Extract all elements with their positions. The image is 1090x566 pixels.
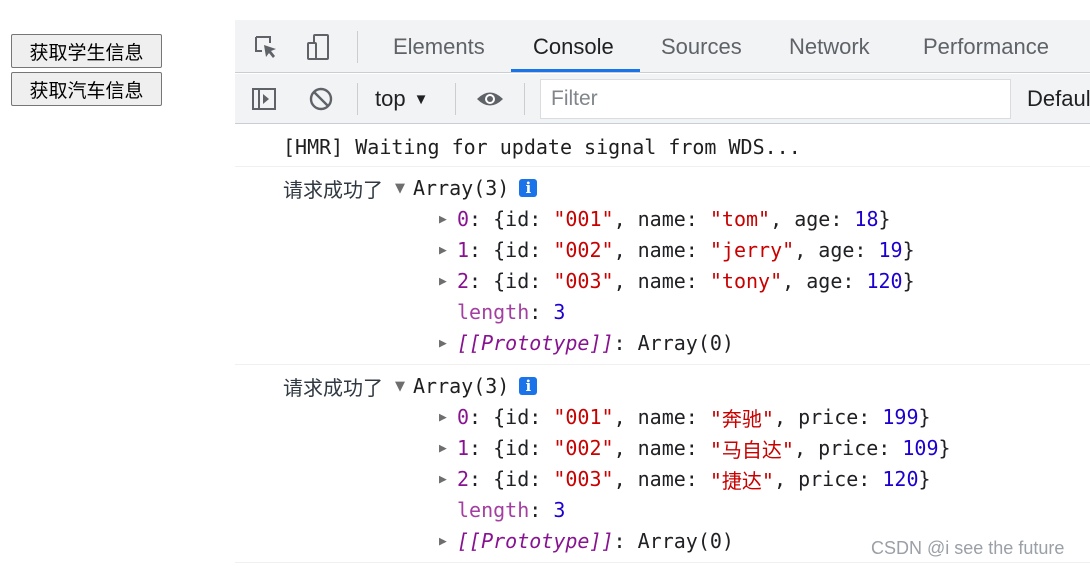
console-message: [HMR] Waiting for update signal from WDS… (235, 125, 1090, 167)
item-index: 0 (457, 207, 470, 231)
live-expression-eye-icon[interactable] (475, 84, 505, 114)
array-summary[interactable]: Array(3) (413, 374, 509, 398)
triangle-right-icon: ▶ (439, 211, 447, 227)
length-key: length (457, 300, 530, 324)
prototype-key: [[Prototype]] (457, 331, 614, 355)
array-prototype[interactable]: ▶ [[Prototype]]: Array(0) (439, 527, 734, 555)
item-value: 120 (882, 467, 919, 491)
triangle-down-icon[interactable]: ▼ (395, 379, 413, 394)
array-prototype[interactable]: ▶ [[Prototype]]: Array(0) (439, 329, 734, 357)
array-item[interactable]: ▶ 2: {id: "003", name: "tony", age: 120} (439, 267, 915, 295)
array-item[interactable]: ▶ 0: {id: "001", name: "tom", age: 18} (439, 205, 891, 233)
item-id: "001" (553, 207, 614, 231)
triangle-right-icon: ▶ (439, 471, 447, 487)
item-index: 0 (457, 405, 470, 429)
triangle-right-icon: ▶ (439, 273, 447, 289)
item-name: "马自达" (709, 437, 794, 462)
tab-sources[interactable]: Sources (661, 20, 742, 73)
item-id: "002" (553, 238, 614, 262)
prototype-key: [[Prototype]] (457, 529, 614, 553)
array-summary[interactable]: Array(3) (413, 176, 509, 200)
item-value: 19 (878, 238, 903, 262)
triangle-right-icon: ▶ (439, 440, 447, 456)
triangle-right-icon: ▶ (439, 533, 447, 549)
item-field-key: price (798, 467, 859, 491)
console-message: 请求成功了 ▼ Array(3) i ▶ 0: {id: "001", name:… (235, 167, 1090, 365)
info-icon[interactable]: i (519, 377, 538, 395)
triangle-right-icon: ▶ (439, 409, 447, 425)
toolbar-divider (357, 83, 358, 115)
filter-input[interactable] (540, 79, 1011, 119)
devtools-tabbar: Elements Console Sources Network Perform… (235, 20, 1090, 73)
item-name: "tom" (709, 207, 771, 231)
watermark-text: CSDN @i see the future (871, 538, 1065, 558)
log-label: 请求成功了 (283, 177, 383, 202)
inspect-element-icon[interactable] (251, 32, 281, 62)
context-label: top (375, 86, 406, 111)
length-value: 3 (553, 300, 566, 324)
log-levels-dropdown[interactable]: Default levels (1027, 84, 1090, 114)
array-length: length: 3 (457, 300, 566, 324)
tab-console[interactable]: Console (533, 20, 614, 73)
item-index: 2 (457, 269, 470, 293)
info-icon[interactable]: i (519, 179, 538, 197)
length-key: length (457, 498, 530, 522)
item-value: 199 (882, 405, 919, 429)
item-name: "jerry" (709, 238, 795, 262)
chevron-down-icon: ▼ (413, 90, 429, 108)
length-value: 3 (553, 498, 566, 522)
console-toolbar: top ▼ Default levels (235, 74, 1090, 124)
console-message: 请求成功了 ▼ Array(3) i ▶ 0: {id: "001", name:… (235, 365, 1090, 563)
item-field-key: age (794, 207, 831, 231)
triangle-right-icon: ▶ (439, 335, 447, 351)
devtools-panel: Elements Console Sources Network Perform… (235, 20, 1090, 566)
item-id: "003" (553, 269, 614, 293)
prototype-value: Array(0) (637, 529, 734, 553)
toolbar-divider (455, 83, 456, 115)
item-index: 1 (457, 436, 470, 460)
tab-performance[interactable]: Performance (923, 20, 1049, 73)
item-field-key: age (818, 238, 855, 262)
log-label: 请求成功了 (283, 375, 383, 400)
array-length: length: 3 (457, 498, 566, 522)
active-tab-indicator (511, 69, 640, 72)
item-field-key: price (798, 405, 859, 429)
item-name: "奔驰" (709, 406, 774, 431)
toolbar-divider (357, 31, 358, 63)
item-value: 120 (866, 269, 903, 293)
item-value: 18 (854, 207, 879, 231)
context-selector[interactable]: top ▼ (375, 84, 428, 114)
log-line: 请求成功了 ▼ Array(3) i (283, 372, 538, 400)
sidebar-toggle-icon[interactable] (249, 84, 279, 114)
array-item[interactable]: ▶ 0: {id: "001", name: "奔驰", price: 199} (439, 403, 931, 431)
item-field-key: age (806, 269, 843, 293)
item-id: "001" (553, 405, 614, 429)
triangle-down-icon[interactable]: ▼ (395, 181, 413, 196)
get-car-info-button[interactable]: 获取汽车信息 (11, 72, 162, 106)
hmr-log-text: [HMR] Waiting for update signal from WDS… (283, 135, 801, 159)
array-item[interactable]: ▶ 1: {id: "002", name: "jerry", age: 19} (439, 236, 915, 264)
triangle-right-icon: ▶ (439, 242, 447, 258)
item-field-key: price (818, 436, 879, 460)
clear-console-icon[interactable] (306, 84, 336, 114)
device-toolbar-icon[interactable] (304, 32, 334, 62)
item-name: "捷达" (709, 468, 774, 493)
toolbar-divider (524, 83, 525, 115)
item-index: 2 (457, 467, 470, 491)
item-name: "tony" (709, 269, 783, 293)
tab-elements[interactable]: Elements (393, 20, 485, 73)
log-line: 请求成功了 ▼ Array(3) i (283, 174, 538, 202)
item-id: "003" (553, 467, 614, 491)
array-item[interactable]: ▶ 1: {id: "002", name: "马自达", price: 109} (439, 434, 951, 462)
prototype-value: Array(0) (637, 331, 734, 355)
item-index: 1 (457, 238, 470, 262)
console-output: [HMR] Waiting for update signal from WDS… (235, 125, 1090, 566)
tab-network[interactable]: Network (789, 20, 870, 73)
item-id: "002" (553, 436, 614, 460)
get-student-info-button[interactable]: 获取学生信息 (11, 34, 162, 68)
array-item[interactable]: ▶ 2: {id: "003", name: "捷达", price: 120} (439, 465, 931, 493)
item-value: 109 (902, 436, 939, 460)
